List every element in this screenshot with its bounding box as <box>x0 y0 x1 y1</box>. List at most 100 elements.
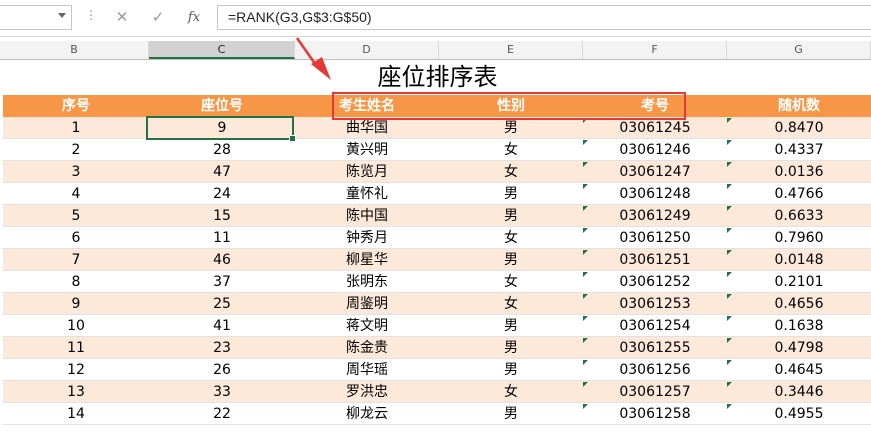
table-cell[interactable]: 0.3446 <box>727 381 871 403</box>
table-cell[interactable]: 1 <box>3 117 149 139</box>
table-cell[interactable]: 47 <box>149 161 295 183</box>
error-indicator-icon[interactable] <box>727 294 732 299</box>
table-cell[interactable]: 03061251 <box>583 249 727 271</box>
table-cell[interactable]: 男 <box>439 337 583 359</box>
table-cell[interactable]: 7 <box>3 249 149 271</box>
table-cell[interactable]: 37 <box>149 271 295 293</box>
column-header-b[interactable]: B <box>0 41 149 59</box>
error-indicator-icon[interactable] <box>583 294 588 299</box>
table-cell[interactable]: 柳星华 <box>295 249 439 271</box>
error-indicator-icon[interactable] <box>583 206 588 211</box>
header-cell[interactable]: 座位号 <box>149 95 295 117</box>
table-cell[interactable]: 10 <box>3 315 149 337</box>
table-cell[interactable]: 罗洪忠 <box>295 381 439 403</box>
table-cell[interactable]: 0.4656 <box>727 293 871 315</box>
table-cell[interactable]: 0.4798 <box>727 337 871 359</box>
table-cell[interactable]: 12 <box>3 359 149 381</box>
table-cell[interactable]: 男 <box>439 359 583 381</box>
error-indicator-icon[interactable] <box>583 184 588 189</box>
table-cell[interactable]: 0.0136 <box>727 161 871 183</box>
error-indicator-icon[interactable] <box>583 228 588 233</box>
table-cell[interactable]: 蒋文明 <box>295 315 439 337</box>
table-cell[interactable]: 0.1638 <box>727 315 871 337</box>
table-cell[interactable]: 13 <box>3 381 149 403</box>
table-cell[interactable]: 03061257 <box>583 381 727 403</box>
table-cell[interactable]: 张明东 <box>295 271 439 293</box>
error-indicator-icon[interactable] <box>727 140 732 145</box>
table-cell[interactable]: 0.2101 <box>727 271 871 293</box>
error-indicator-icon[interactable] <box>583 404 588 409</box>
error-indicator-icon[interactable] <box>583 382 588 387</box>
table-cell[interactable]: 5 <box>3 205 149 227</box>
table-cell[interactable]: 女 <box>439 293 583 315</box>
table-cell[interactable]: 03061256 <box>583 359 727 381</box>
table-cell[interactable]: 15 <box>149 205 295 227</box>
error-indicator-icon[interactable] <box>727 382 732 387</box>
column-header-e[interactable]: E <box>439 41 583 59</box>
table-cell[interactable]: 03061254 <box>583 315 727 337</box>
table-cell[interactable]: 03061253 <box>583 293 727 315</box>
table-cell[interactable]: 0.6633 <box>727 205 871 227</box>
table-cell[interactable]: 33 <box>149 381 295 403</box>
table-cell[interactable]: 童怀礼 <box>295 183 439 205</box>
error-indicator-icon[interactable] <box>583 316 588 321</box>
table-cell[interactable]: 03061255 <box>583 337 727 359</box>
table-cell[interactable]: 11 <box>149 227 295 249</box>
table-cell[interactable]: 11 <box>3 337 149 359</box>
table-cell[interactable]: 女 <box>439 227 583 249</box>
table-cell[interactable]: 柳龙云 <box>295 403 439 425</box>
table-cell[interactable]: 24 <box>149 183 295 205</box>
table-cell[interactable]: 3 <box>3 161 149 183</box>
table-cell[interactable]: 8 <box>3 271 149 293</box>
error-indicator-icon[interactable] <box>727 184 732 189</box>
table-cell[interactable]: 0.7960 <box>727 227 871 249</box>
error-indicator-icon[interactable] <box>583 272 588 277</box>
table-cell[interactable]: 03061252 <box>583 271 727 293</box>
table-cell[interactable]: 陈中国 <box>295 205 439 227</box>
column-header-g[interactable]: G <box>727 41 871 59</box>
error-indicator-icon[interactable] <box>727 162 732 167</box>
cancel-icon[interactable]: ✕ <box>107 5 137 30</box>
more-dots-icon[interactable]: ⋮ <box>85 9 97 21</box>
table-cell[interactable]: 女 <box>439 381 583 403</box>
table-cell[interactable]: 0.4955 <box>727 403 871 425</box>
error-indicator-icon[interactable] <box>583 250 588 255</box>
enter-icon[interactable]: ✓ <box>143 5 173 30</box>
error-indicator-icon[interactable] <box>727 250 732 255</box>
table-cell[interactable]: 女 <box>439 161 583 183</box>
table-cell[interactable]: 6 <box>3 227 149 249</box>
table-cell[interactable]: 男 <box>439 183 583 205</box>
table-cell[interactable]: 28 <box>149 139 295 161</box>
table-cell[interactable]: 周鉴明 <box>295 293 439 315</box>
error-indicator-icon[interactable] <box>583 140 588 145</box>
error-indicator-icon[interactable] <box>727 360 732 365</box>
table-cell[interactable]: 22 <box>149 403 295 425</box>
table-cell[interactable]: 黄兴明 <box>295 139 439 161</box>
table-cell[interactable]: 男 <box>439 315 583 337</box>
table-cell[interactable]: 03061245 <box>583 117 727 139</box>
table-cell[interactable]: 03061249 <box>583 205 727 227</box>
table-cell[interactable]: 0.0148 <box>727 249 871 271</box>
table-cell[interactable]: 男 <box>439 117 583 139</box>
table-cell[interactable]: 9 <box>3 293 149 315</box>
table-cell[interactable]: 9 <box>149 117 295 139</box>
table-cell[interactable]: 2 <box>3 139 149 161</box>
column-header-d[interactable]: D <box>295 41 439 59</box>
table-cell[interactable]: 25 <box>149 293 295 315</box>
column-header-f[interactable]: F <box>583 41 727 59</box>
table-cell[interactable]: 男 <box>439 249 583 271</box>
table-cell[interactable]: 0.4337 <box>727 139 871 161</box>
table-cell[interactable]: 41 <box>149 315 295 337</box>
column-header-c[interactable]: C <box>149 41 295 59</box>
table-cell[interactable]: 03061247 <box>583 161 727 183</box>
error-indicator-icon[interactable] <box>583 162 588 167</box>
name-box[interactable] <box>0 5 72 30</box>
table-cell[interactable]: 03061246 <box>583 139 727 161</box>
table-cell[interactable]: 23 <box>149 337 295 359</box>
error-indicator-icon[interactable] <box>727 228 732 233</box>
table-cell[interactable]: 0.8470 <box>727 117 871 139</box>
table-cell[interactable]: 0.4766 <box>727 183 871 205</box>
header-cell[interactable]: 序号 <box>3 95 149 117</box>
table-cell[interactable]: 曲华国 <box>295 117 439 139</box>
error-indicator-icon[interactable] <box>727 272 732 277</box>
